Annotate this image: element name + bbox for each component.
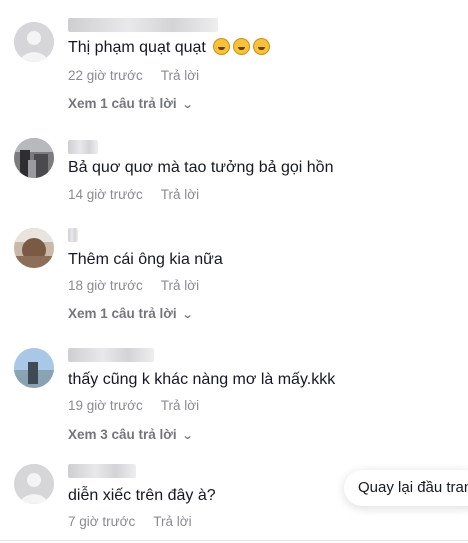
reply-button[interactable]: Trả lời	[161, 187, 199, 202]
comment-meta: 7 giờ trước Trả lời	[68, 514, 192, 529]
reply-button[interactable]: Trả lời	[153, 514, 191, 529]
comment-text: Bả quơ quơ mà tao tưởng bả gọi hồn	[68, 159, 334, 176]
view-replies-label: Xem 1 câu trả lời	[68, 96, 177, 111]
back-to-top-label: Quay lại đầu trang	[358, 479, 468, 496]
avatar[interactable]	[14, 138, 54, 178]
view-replies-button[interactable]: Xem 1 câu trả lời ⌄	[68, 306, 194, 321]
username-blurred[interactable]	[68, 18, 218, 32]
username-blurred[interactable]	[68, 348, 154, 362]
username-blurred[interactable]	[68, 228, 78, 242]
reply-button[interactable]: Trả lời	[161, 68, 199, 83]
chevron-down-icon: ⌄	[181, 99, 194, 111]
chevron-down-icon: ⌄	[181, 309, 194, 321]
chevron-down-icon: ⌄	[181, 430, 194, 442]
back-to-top-button[interactable]: Quay lại đầu trang	[344, 470, 468, 506]
avatar[interactable]	[14, 228, 54, 268]
timestamp: 7 giờ trước	[68, 514, 136, 529]
comment-meta: 14 giờ trước Trả lời	[68, 187, 199, 202]
comment-text: diễn xiếc trên đây à?	[68, 487, 216, 504]
default-avatar-icon[interactable]	[14, 464, 54, 504]
view-replies-label: Xem 3 câu trả lời	[68, 427, 177, 442]
comment-meta: 19 giờ trước Trả lời	[68, 398, 199, 413]
reply-button[interactable]: Trả lời	[161, 398, 199, 413]
rofl-emoji-icon	[253, 38, 271, 55]
timestamp: 18 giờ trước	[68, 278, 143, 293]
comment-text: thấy cũng k khác nàng mơ là mấy.kkk	[68, 371, 336, 388]
timestamp: 14 giờ trước	[68, 187, 143, 202]
comment-text-content: Thị phạm quạt quạt	[68, 39, 206, 56]
rofl-emoji-icon	[213, 38, 231, 55]
avatar[interactable]	[14, 348, 54, 388]
username-blurred[interactable]	[68, 140, 98, 154]
timestamp: 19 giờ trước	[68, 398, 143, 413]
divider	[0, 540, 468, 541]
rofl-emoji-icon	[233, 38, 251, 55]
username-blurred[interactable]	[68, 464, 136, 478]
timestamp: 22 giờ trước	[68, 68, 143, 83]
view-replies-label: Xem 1 câu trả lời	[68, 306, 177, 321]
reply-button[interactable]: Trả lời	[161, 278, 199, 293]
default-avatar-icon[interactable]	[14, 22, 54, 62]
view-replies-button[interactable]: Xem 1 câu trả lời ⌄	[68, 96, 194, 111]
comment-text: Thị phạm quạt quạt	[68, 38, 271, 58]
view-replies-button[interactable]: Xem 3 câu trả lời ⌄	[68, 427, 194, 442]
comment-meta: 22 giờ trước Trả lời	[68, 68, 199, 83]
comment-meta: 18 giờ trước Trả lời	[68, 278, 199, 293]
comment-text: Thêm cái ông kia nữa	[68, 251, 223, 268]
